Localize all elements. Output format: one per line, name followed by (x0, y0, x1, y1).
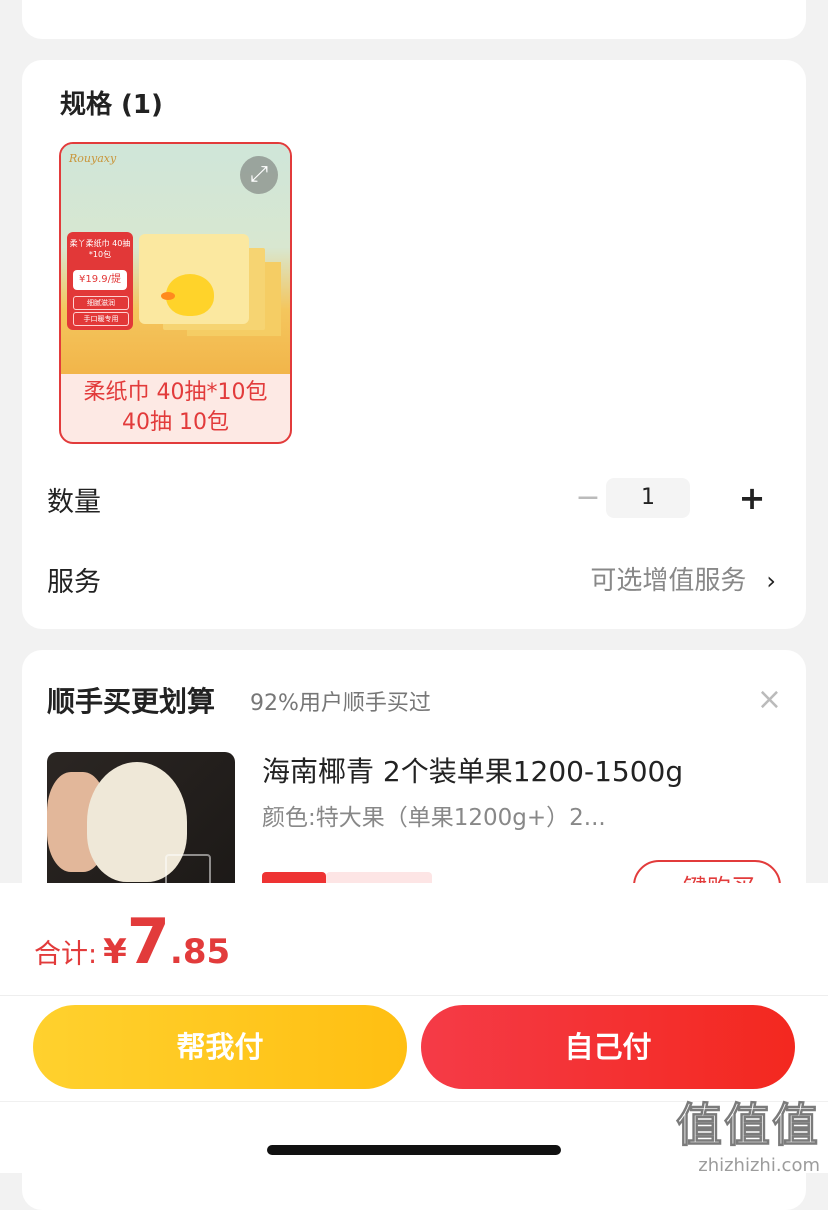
watermark: 值值值 zhizhizhi.com (676, 1089, 821, 1177)
duck-beak (161, 292, 175, 300)
recommend-title: 顺手买更划算 (47, 685, 216, 718)
recommend-subtitle: 92%用户顺手买过 (250, 691, 431, 716)
watermark-logo: 值值值 (676, 1098, 820, 1153)
promo-box: 柔丫柔纸巾 40抽*10包 ¥19.9/提 细腻滋润 手口暖专用 (67, 232, 133, 330)
checkout-bar: 合计: ¥7.85 帮我付 自己付 值值值 zhizhizhi.com (0, 883, 828, 1177)
home-indicator[interactable] (267, 1145, 561, 1155)
quantity-plus-button[interactable]: + (734, 476, 770, 520)
expand-icon[interactable]: ⤢ (240, 156, 278, 194)
total-decimal: .85 (169, 932, 231, 972)
previous-section-card (22, 0, 806, 39)
spec-option-selected[interactable]: Rouyaxy ⤢ 柔丫柔纸巾 40抽*10包 ¥19.9/提 细腻滋润 手口暖… (59, 142, 292, 444)
divider (0, 995, 828, 996)
total-integer: 7 (126, 905, 170, 978)
service-label: 服务 (47, 567, 101, 598)
spec-caption-line1: 柔纸巾 40抽*10包 (83, 380, 268, 405)
chevron-right-icon: › (766, 567, 776, 595)
help-me-pay-button[interactable]: 帮我付 (33, 1005, 407, 1089)
service-selector[interactable]: 可选增值服务 › (590, 560, 776, 597)
promo-price: ¥19.9/提 (73, 270, 127, 290)
promo-tag-2: 手口暖专用 (73, 312, 129, 326)
total-price: 合计: ¥7.85 (34, 905, 230, 978)
quantity-minus-button[interactable]: − (570, 476, 606, 520)
pay-myself-button[interactable]: 自己付 (421, 1005, 795, 1089)
close-icon[interactable]: × (757, 685, 782, 715)
brand-logo: Rouyaxy (69, 152, 117, 165)
spec-option-caption: 柔纸巾 40抽*10包 40抽 10包 (61, 374, 290, 442)
promo-line: 柔丫柔纸巾 40抽*10包 (69, 239, 131, 259)
service-value: 可选增值服务 (590, 566, 747, 596)
quantity-value[interactable]: 1 (606, 478, 690, 518)
spec-caption-line2: 40抽 10包 (122, 410, 229, 435)
spec-title: 规格 (1) (60, 90, 163, 120)
product-image: Rouyaxy ⤢ 柔丫柔纸巾 40抽*10包 ¥19.9/提 细腻滋润 手口暖… (61, 144, 290, 374)
recommend-product-name[interactable]: 海南椰青 2个装单果1200-1500g (262, 750, 683, 790)
quantity-label: 数量 (47, 487, 101, 518)
total-label: 合计: (34, 939, 98, 970)
spec-card: 规格 (1) Rouyaxy ⤢ 柔丫柔纸巾 40抽*10包 ¥19.9/提 细… (22, 60, 806, 629)
promo-tag-1: 细腻滋润 (73, 296, 129, 310)
recommend-product-spec: 颜色:特大果（单果1200g+）2... (262, 805, 606, 831)
total-currency: ¥ (103, 932, 127, 972)
